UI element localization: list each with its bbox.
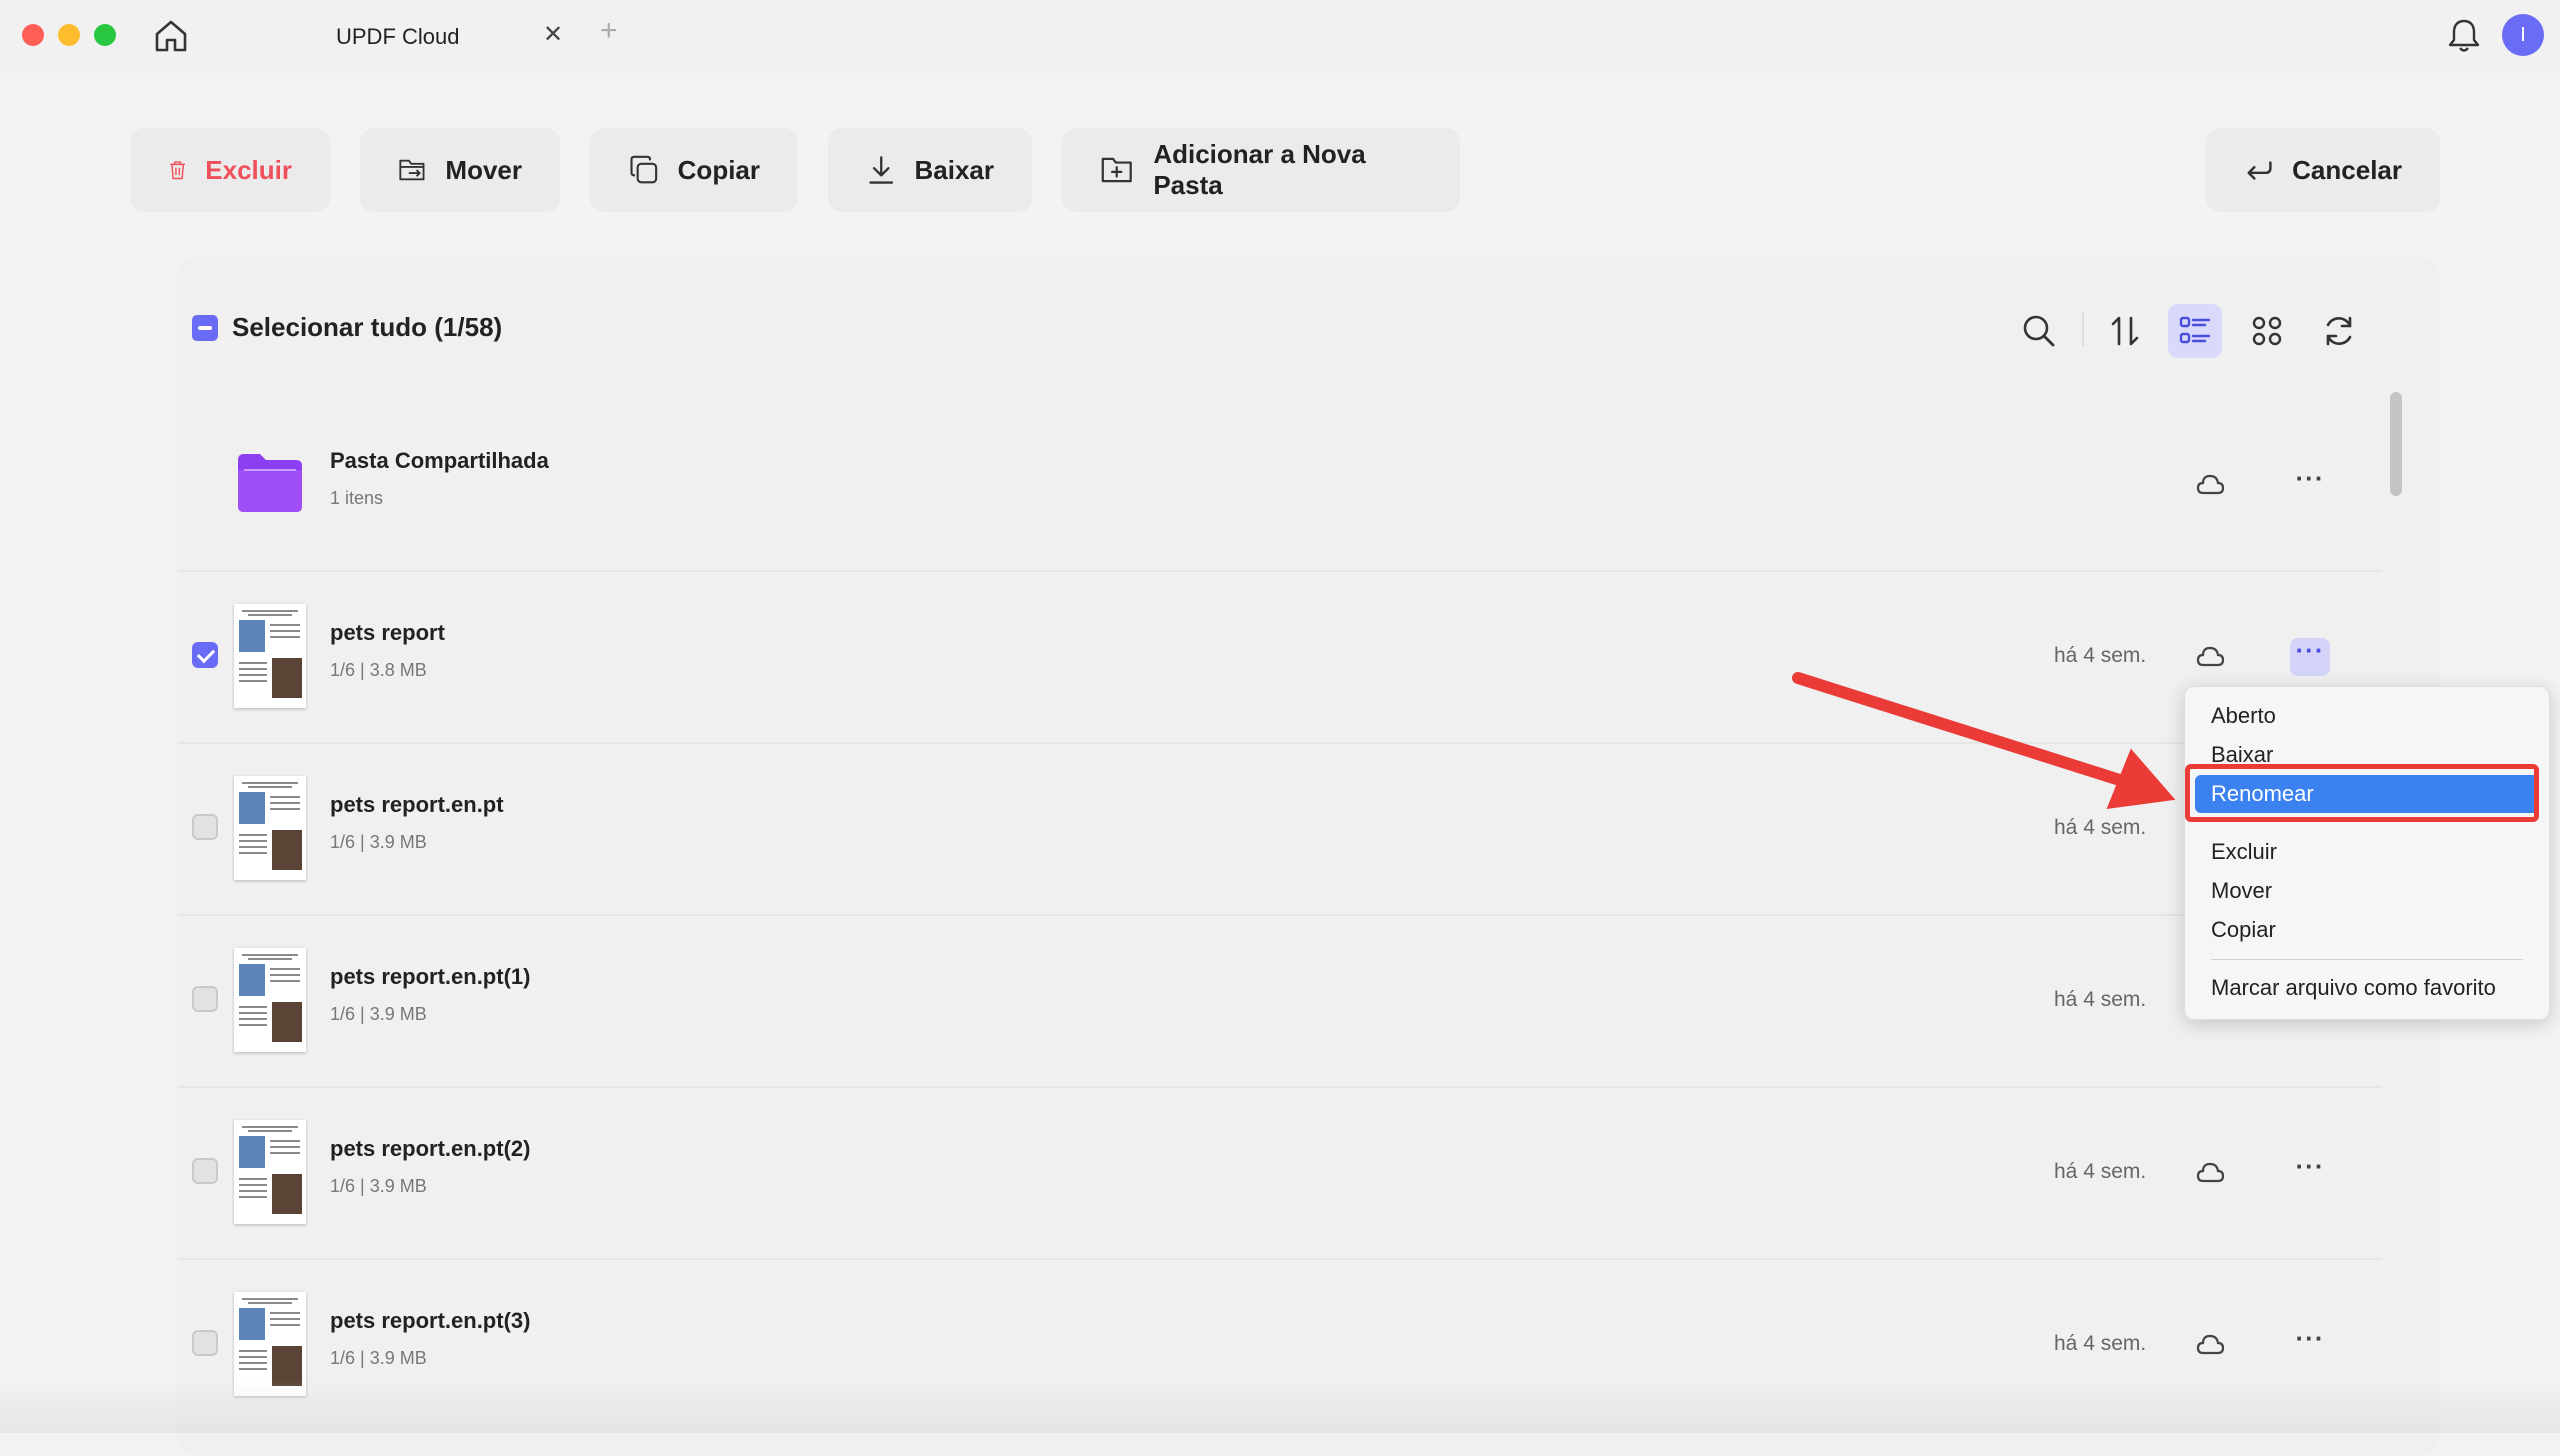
copy-label: Copiar [677,154,760,185]
sort-button[interactable] [2098,304,2152,358]
refresh-button[interactable] [2312,304,2366,358]
file-meta: 1/6 | 3.9 MB [330,1176,427,1196]
file-meta: 1/6 | 3.9 MB [330,1348,427,1368]
file-date: há 4 sem. [2054,988,2147,1011]
highlight-box [2185,764,2539,822]
avatar[interactable]: I [2502,14,2544,56]
file-checkbox[interactable] [192,814,218,840]
cloud-icon [2196,1334,2225,1355]
folder-icon [238,454,302,512]
maximize-window-button[interactable] [94,24,116,46]
minimize-window-button[interactable] [58,24,80,46]
menu-item-open[interactable]: Aberto [2211,703,2276,729]
file-name: pets report.en.pt(1) [330,964,531,989]
cloud-icon [2196,1162,2225,1183]
file-checkbox[interactable] [192,642,218,668]
file-date: há 4 sem. [2054,816,2147,839]
trash-icon [170,161,186,180]
add-new-folder-button[interactable]: Adicionar a Nova Pasta [1062,128,1460,212]
refresh-icon [2326,316,2352,346]
file-checkbox[interactable] [192,1330,218,1356]
more-options-button[interactable]: ··· [2290,1325,2330,1364]
more-options-button[interactable]: ··· [2290,637,2330,676]
file-name: pets report.en.pt(2) [330,1136,531,1161]
file-date: há 4 sem. [2054,1160,2147,1183]
cloud-icon [2196,474,2225,495]
file-name: pets report.en.pt(3) [330,1308,531,1333]
more-options-button[interactable]: ··· [2290,465,2330,504]
move-folder-icon [399,159,425,181]
copy-button[interactable]: Copiar [590,128,798,212]
file-meta: 1 itens [330,488,384,508]
file-name: pets report [330,620,445,645]
tab-title: UPDF Cloud [336,24,460,49]
menu-item-favorite[interactable]: Marcar arquivo como favorito [2211,975,2496,1001]
bottom-shadow [0,1380,2560,1433]
menu-divider [2211,959,2523,960]
file-date: há 4 sem. [2054,644,2147,667]
search-button[interactable] [2012,304,2066,358]
menu-item-move[interactable]: Mover [2211,878,2272,904]
delete-label: Excluir [205,154,292,185]
download-icon [869,156,894,184]
pdf-thumbnail [234,948,306,1052]
file-checkbox[interactable] [192,986,218,1012]
grid-view-button[interactable] [2240,304,2294,358]
file-row[interactable]: pets report 1/6 | 3.8 MB há 4 sem. ··· [178,572,2382,744]
close-window-button[interactable] [22,24,44,46]
copy-icon [630,155,658,184]
add-new-folder-label: Adicionar a Nova Pasta [1153,139,1366,200]
download-label: Baixar [914,154,995,185]
file-list: Pasta Compartilhada 1 itens ··· pets rep… [178,400,2382,1433]
download-button[interactable]: Baixar [828,128,1032,212]
bell-icon[interactable] [2444,16,2484,56]
return-icon [2247,161,2272,180]
file-row[interactable]: pets report.en.pt 1/6 | 3.9 MB há 4 sem. [178,744,2382,916]
file-date: há 4 sem. [2054,1332,2147,1355]
title-bar: UPDF Cloud ✕ + I [0,0,2560,72]
delete-button[interactable]: Excluir [130,128,330,212]
list-view-button[interactable] [2168,304,2222,358]
list-view-icon [2179,316,2211,344]
menu-item-delete[interactable]: Excluir [2211,839,2277,865]
sort-icon [2111,316,2139,346]
select-all-label: Selecionar tudo (1/58) [232,312,503,342]
home-icon[interactable] [152,17,190,55]
new-tab-button[interactable]: + [600,14,618,48]
move-label: Mover [445,154,522,185]
folder-row[interactable]: Pasta Compartilhada 1 itens ··· [178,400,2382,572]
context-menu: Aberto Baixar Renomear Excluir Mover Cop… [2184,686,2550,1020]
file-meta: 1/6 | 3.9 MB [330,1004,427,1024]
more-options-button[interactable]: ··· [2290,1153,2330,1192]
cancel-button[interactable]: Cancelar [2206,128,2440,212]
scrollbar-thumb[interactable] [2390,392,2402,496]
tab-close-icon[interactable]: ✕ [543,20,563,49]
cancel-label: Cancelar [2292,154,2402,185]
file-meta: 1/6 | 3.8 MB [330,660,427,680]
grid-view-icon [2252,316,2282,346]
cloud-icon [2196,646,2225,667]
file-checkbox[interactable] [192,1158,218,1184]
search-icon [2023,315,2055,347]
select-all-checkbox[interactable] [192,314,218,341]
add-folder-icon [1101,157,1132,183]
file-name: Pasta Compartilhada [330,448,549,473]
file-name: pets report.en.pt [330,792,504,817]
move-button[interactable]: Mover [360,128,560,212]
toolbar-divider [2082,312,2084,346]
file-row[interactable]: pets report.en.pt(1) 1/6 | 3.9 MB há 4 s… [178,916,2382,1088]
pdf-thumbnail [234,776,306,880]
pdf-thumbnail [234,604,306,708]
file-row[interactable]: pets report.en.pt(2) 1/6 | 3.9 MB há 4 s… [178,1088,2382,1260]
tab-updf-cloud[interactable]: UPDF Cloud ✕ [218,10,578,62]
pdf-thumbnail [234,1120,306,1224]
select-all[interactable]: Selecionar tudo (1/58) [192,312,502,343]
menu-item-copy[interactable]: Copiar [2211,917,2276,943]
file-meta: 1/6 | 3.9 MB [330,832,427,852]
